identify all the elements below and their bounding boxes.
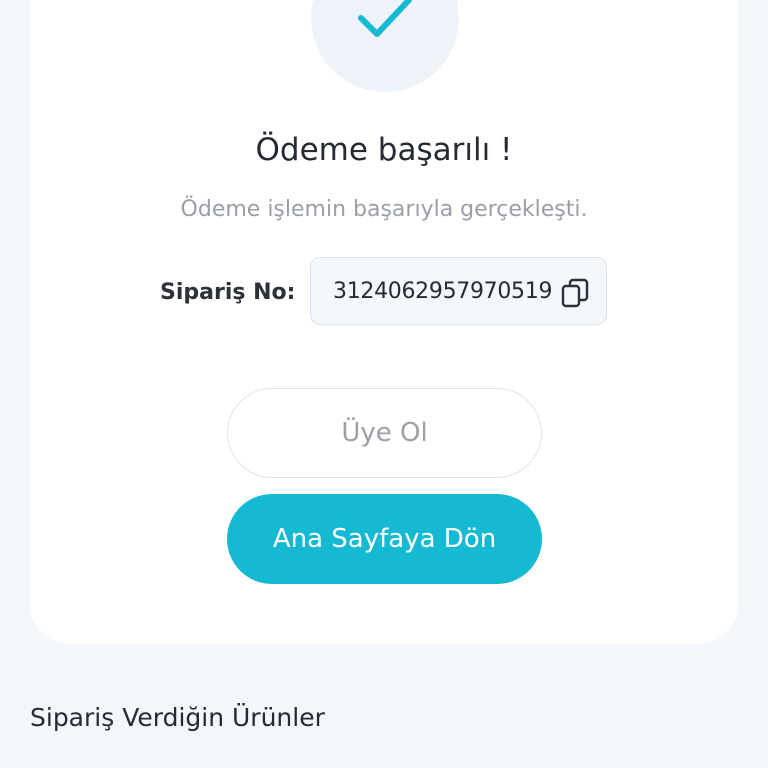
ordered-products-title: Sipariş Verdiğin Ürünler [30,703,325,732]
copy-icon[interactable] [561,278,589,308]
order-number-label: Sipariş No: [160,280,296,305]
signup-button[interactable]: Üye Ol [227,388,542,478]
back-to-home-button[interactable]: Ana Sayfaya Dön [227,494,542,584]
payment-success-page: Ödeme başarılı ! Ödeme işlemin başarıyla… [0,0,768,768]
order-number-value: 3124062957970519 [333,279,553,304]
check-icon [358,0,412,37]
success-subtitle: Ödeme işlemin başarıyla gerçekleşti. [180,197,588,222]
order-number-box: 3124062957970519 [310,257,607,325]
success-title: Ödeme başarılı ! [255,132,513,168]
